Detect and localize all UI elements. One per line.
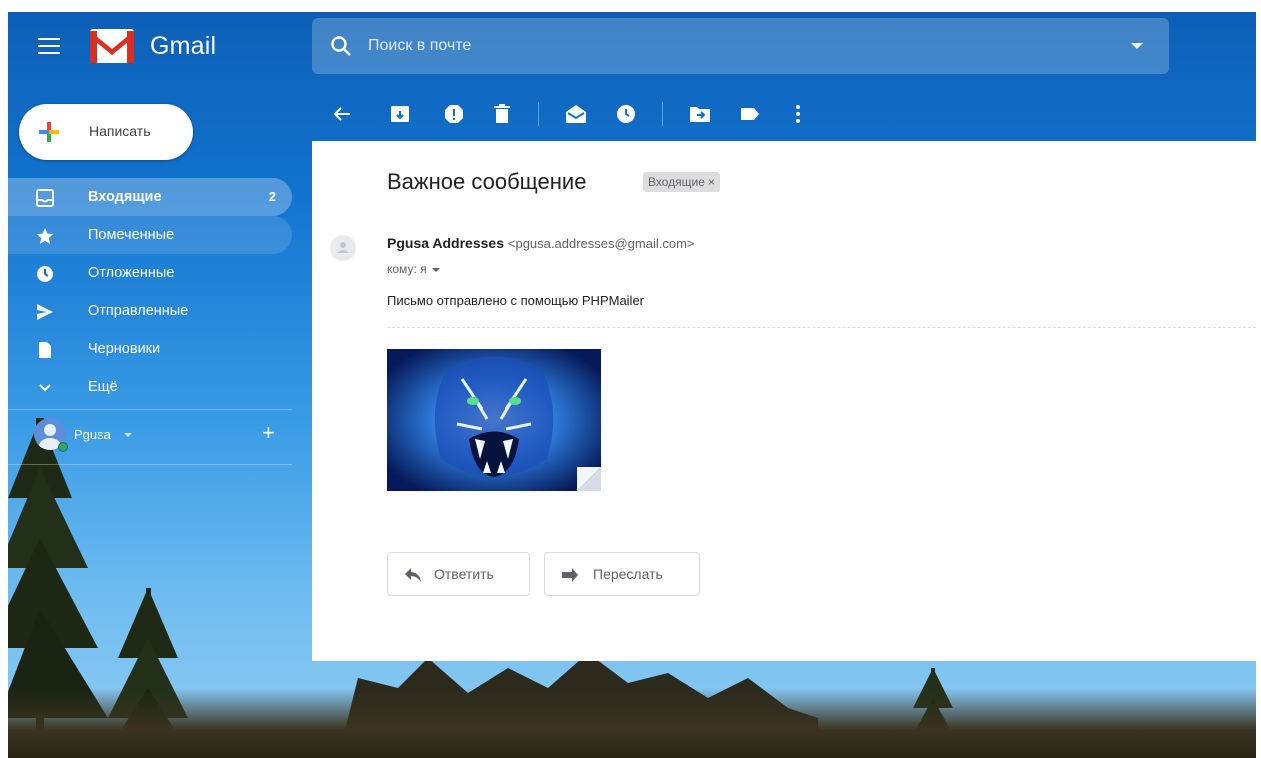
inbox-icon (36, 189, 54, 207)
forward-button[interactable]: Переслать (544, 552, 700, 596)
compose-label: Написать (89, 123, 151, 139)
image-attachment[interactable] (387, 349, 601, 491)
hangouts-account: Pgusa + (34, 418, 284, 454)
forward-label: Переслать (593, 566, 663, 582)
top-header: Gmail (8, 12, 1256, 84)
more-vert-icon[interactable] (786, 102, 810, 126)
sidebar-item-label: Отложенные (88, 265, 175, 281)
send-icon (37, 304, 53, 320)
account-name[interactable]: Pgusa (74, 427, 111, 442)
search-input[interactable] (368, 32, 1068, 60)
search-icon[interactable] (330, 35, 352, 57)
search-options-icon[interactable] (1131, 43, 1143, 49)
sidebar-item-drafts[interactable]: Черновики (8, 330, 292, 368)
recipient-text: кому: я (387, 262, 427, 276)
compose-plus-icon (39, 122, 59, 142)
message-body: Письмо отправлено с помощью PHPMailer (387, 293, 645, 308)
remove-label-icon[interactable]: × (708, 175, 715, 189)
sender-name[interactable]: Pgusa Addresses (387, 235, 504, 251)
sidebar-nav: Входящие 2 Помеченные Отложенные Отправл… (8, 178, 292, 406)
sidebar-item-inbox[interactable]: Входящие 2 (8, 178, 292, 216)
app-title[interactable]: Gmail (150, 32, 216, 61)
sidebar-item-snoozed[interactable]: Отложенные (8, 254, 292, 292)
main-menu-icon[interactable] (38, 38, 60, 56)
message-toolbar (312, 94, 1256, 138)
toolbar-separator (538, 102, 539, 126)
add-contact-button[interactable]: + (262, 422, 275, 444)
sidebar-item-more[interactable]: Ещё (8, 368, 292, 406)
sidebar-item-label: Входящие (88, 189, 162, 205)
account-caret-icon[interactable] (124, 433, 132, 437)
gmail-logo-icon[interactable] (90, 29, 134, 63)
message-subject: Важное сообщение (387, 169, 587, 194)
chevron-down-icon (39, 384, 51, 392)
move-to-icon[interactable] (688, 102, 712, 126)
sender-avatar[interactable] (330, 235, 356, 261)
back-arrow-icon[interactable] (330, 102, 354, 126)
online-status-icon (58, 442, 68, 452)
recipient-details[interactable]: кому: я (387, 262, 440, 276)
delete-icon[interactable] (490, 102, 514, 126)
toolbar-separator (662, 102, 663, 126)
message-panel: Важное сообщение Входящие × Pgusa Address… (312, 141, 1256, 661)
compose-button[interactable]: Написать (19, 104, 193, 160)
sidebar-divider (8, 409, 292, 410)
reply-button[interactable]: Ответить (387, 552, 530, 596)
draft-icon (39, 342, 51, 358)
reply-label: Ответить (434, 566, 494, 582)
search-bar[interactable] (312, 18, 1169, 74)
attachment-divider (387, 327, 1256, 328)
sidebar-item-starred[interactable]: Помеченные (8, 216, 292, 254)
sender-email: <pgusa.addresses@gmail.com> (507, 236, 695, 251)
ground (8, 688, 1256, 758)
reply-icon (405, 568, 421, 582)
sidebar-item-label: Помеченные (88, 227, 175, 243)
recipient-caret-icon[interactable] (431, 267, 440, 272)
sidebar-item-sent[interactable]: Отправленные (8, 292, 292, 330)
star-icon (36, 228, 54, 244)
sidebar-item-label: Отправленные (88, 303, 189, 319)
report-spam-icon[interactable] (442, 102, 466, 126)
sidebar-item-label: Черновики (88, 341, 161, 357)
archive-icon[interactable] (388, 102, 412, 126)
label-icon[interactable] (738, 102, 762, 126)
snooze-icon[interactable] (614, 102, 638, 126)
mark-unread-icon[interactable] (564, 102, 588, 126)
tiger-image (387, 349, 601, 491)
clock-icon (37, 266, 53, 282)
sidebar-item-label: Ещё (88, 379, 118, 395)
label-chip-text: Входящие (648, 175, 705, 189)
sidebar-divider (8, 464, 292, 465)
person-icon (337, 242, 349, 253)
label-chip[interactable]: Входящие × (643, 172, 720, 192)
forward-icon (562, 568, 578, 582)
sender-line: Pgusa Addresses <pgusa.addresses@gmail.c… (387, 235, 695, 251)
unread-count: 2 (268, 189, 276, 204)
